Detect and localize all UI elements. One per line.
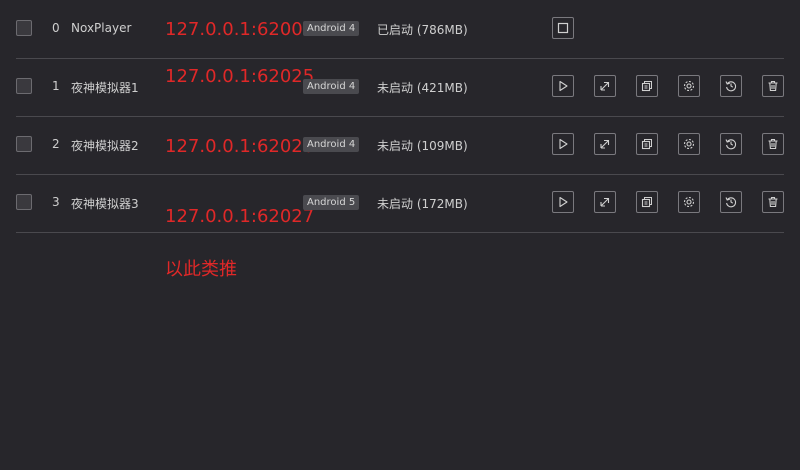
- address-annotation: 127.0.0.1:62027: [165, 206, 315, 227]
- shortcut-icon: [600, 197, 610, 207]
- address-annotation: 127.0.0.1:62026: [165, 136, 315, 157]
- start-button[interactable]: [552, 75, 574, 97]
- start-button[interactable]: [552, 133, 574, 155]
- android-version-badge: Android 4: [303, 21, 360, 36]
- restore-icon: [725, 197, 737, 208]
- android-version-badge: Android 4: [303, 79, 360, 94]
- emulator-status: 未启动 (421MB): [377, 81, 468, 95]
- emulator-name: NoxPlayer: [71, 21, 132, 35]
- copy-button[interactable]: [636, 75, 658, 97]
- play-icon: [559, 196, 568, 208]
- row-checkbox[interactable]: [16, 78, 32, 94]
- emulator-name: 夜神模拟器3: [71, 197, 139, 211]
- emulator-row: 3 夜神模拟器3 127.0.0.1:62027 Android 5 未启动 (…: [16, 174, 784, 233]
- gear-icon: [683, 138, 695, 150]
- shortcut-icon: [600, 81, 610, 91]
- shortcut-button[interactable]: [594, 75, 616, 97]
- emulator-list: 0 NoxPlayer 127.0.0.1:62001 Android 4 已启…: [0, 0, 800, 470]
- stop-icon: [557, 22, 569, 34]
- settings-button[interactable]: [678, 133, 700, 155]
- emulator-status: 未启动 (172MB): [377, 197, 468, 211]
- emulator-row: 0 NoxPlayer 127.0.0.1:62001 Android 4 已启…: [16, 0, 784, 59]
- emulator-name: 夜神模拟器1: [71, 81, 139, 95]
- android-version-badge: Android 4: [303, 137, 360, 152]
- settings-button[interactable]: [678, 191, 700, 213]
- trash-icon: [768, 196, 778, 208]
- row-index: 1: [52, 79, 60, 93]
- row-index: 2: [52, 137, 60, 151]
- play-icon: [559, 80, 568, 92]
- row-checkbox[interactable]: [16, 20, 32, 36]
- restore-icon: [725, 81, 737, 92]
- restore-icon: [725, 139, 737, 150]
- stop-button[interactable]: [552, 17, 574, 39]
- play-icon: [559, 138, 568, 150]
- copy-button[interactable]: [636, 133, 658, 155]
- copy-button[interactable]: [636, 191, 658, 213]
- address-annotation: 127.0.0.1:62001: [165, 19, 315, 40]
- start-button[interactable]: [552, 191, 574, 213]
- shortcut-button[interactable]: [594, 133, 616, 155]
- row-checkbox[interactable]: [16, 194, 32, 210]
- emulator-status: 已启动 (786MB): [377, 23, 468, 37]
- copy-icon: [641, 197, 652, 208]
- gear-icon: [683, 80, 695, 92]
- emulator-row: 2 夜神模拟器2 127.0.0.1:62026 Android 4 未启动 (…: [16, 116, 784, 175]
- trash-icon: [768, 80, 778, 92]
- row-checkbox[interactable]: [16, 136, 32, 152]
- shortcut-button[interactable]: [594, 191, 616, 213]
- shortcut-icon: [600, 139, 610, 149]
- restore-button[interactable]: [720, 133, 742, 155]
- row-index: 0: [52, 21, 60, 35]
- emulator-status: 未启动 (109MB): [377, 139, 468, 153]
- row-index: 3: [52, 195, 60, 209]
- delete-button[interactable]: [762, 75, 784, 97]
- delete-button[interactable]: [762, 133, 784, 155]
- trash-icon: [768, 138, 778, 150]
- emulator-name: 夜神模拟器2: [71, 139, 139, 153]
- restore-button[interactable]: [720, 191, 742, 213]
- gear-icon: [683, 196, 695, 208]
- restore-button[interactable]: [720, 75, 742, 97]
- copy-icon: [641, 139, 652, 150]
- copy-icon: [641, 81, 652, 92]
- android-version-badge: Android 5: [303, 195, 360, 210]
- settings-button[interactable]: [678, 75, 700, 97]
- delete-button[interactable]: [762, 191, 784, 213]
- address-annotation: 127.0.0.1:62025: [165, 66, 315, 87]
- footer-annotation: 以此类推: [165, 259, 237, 280]
- emulator-row: 1 夜神模拟器1 127.0.0.1:62025 Android 4 未启动 (…: [16, 58, 784, 117]
